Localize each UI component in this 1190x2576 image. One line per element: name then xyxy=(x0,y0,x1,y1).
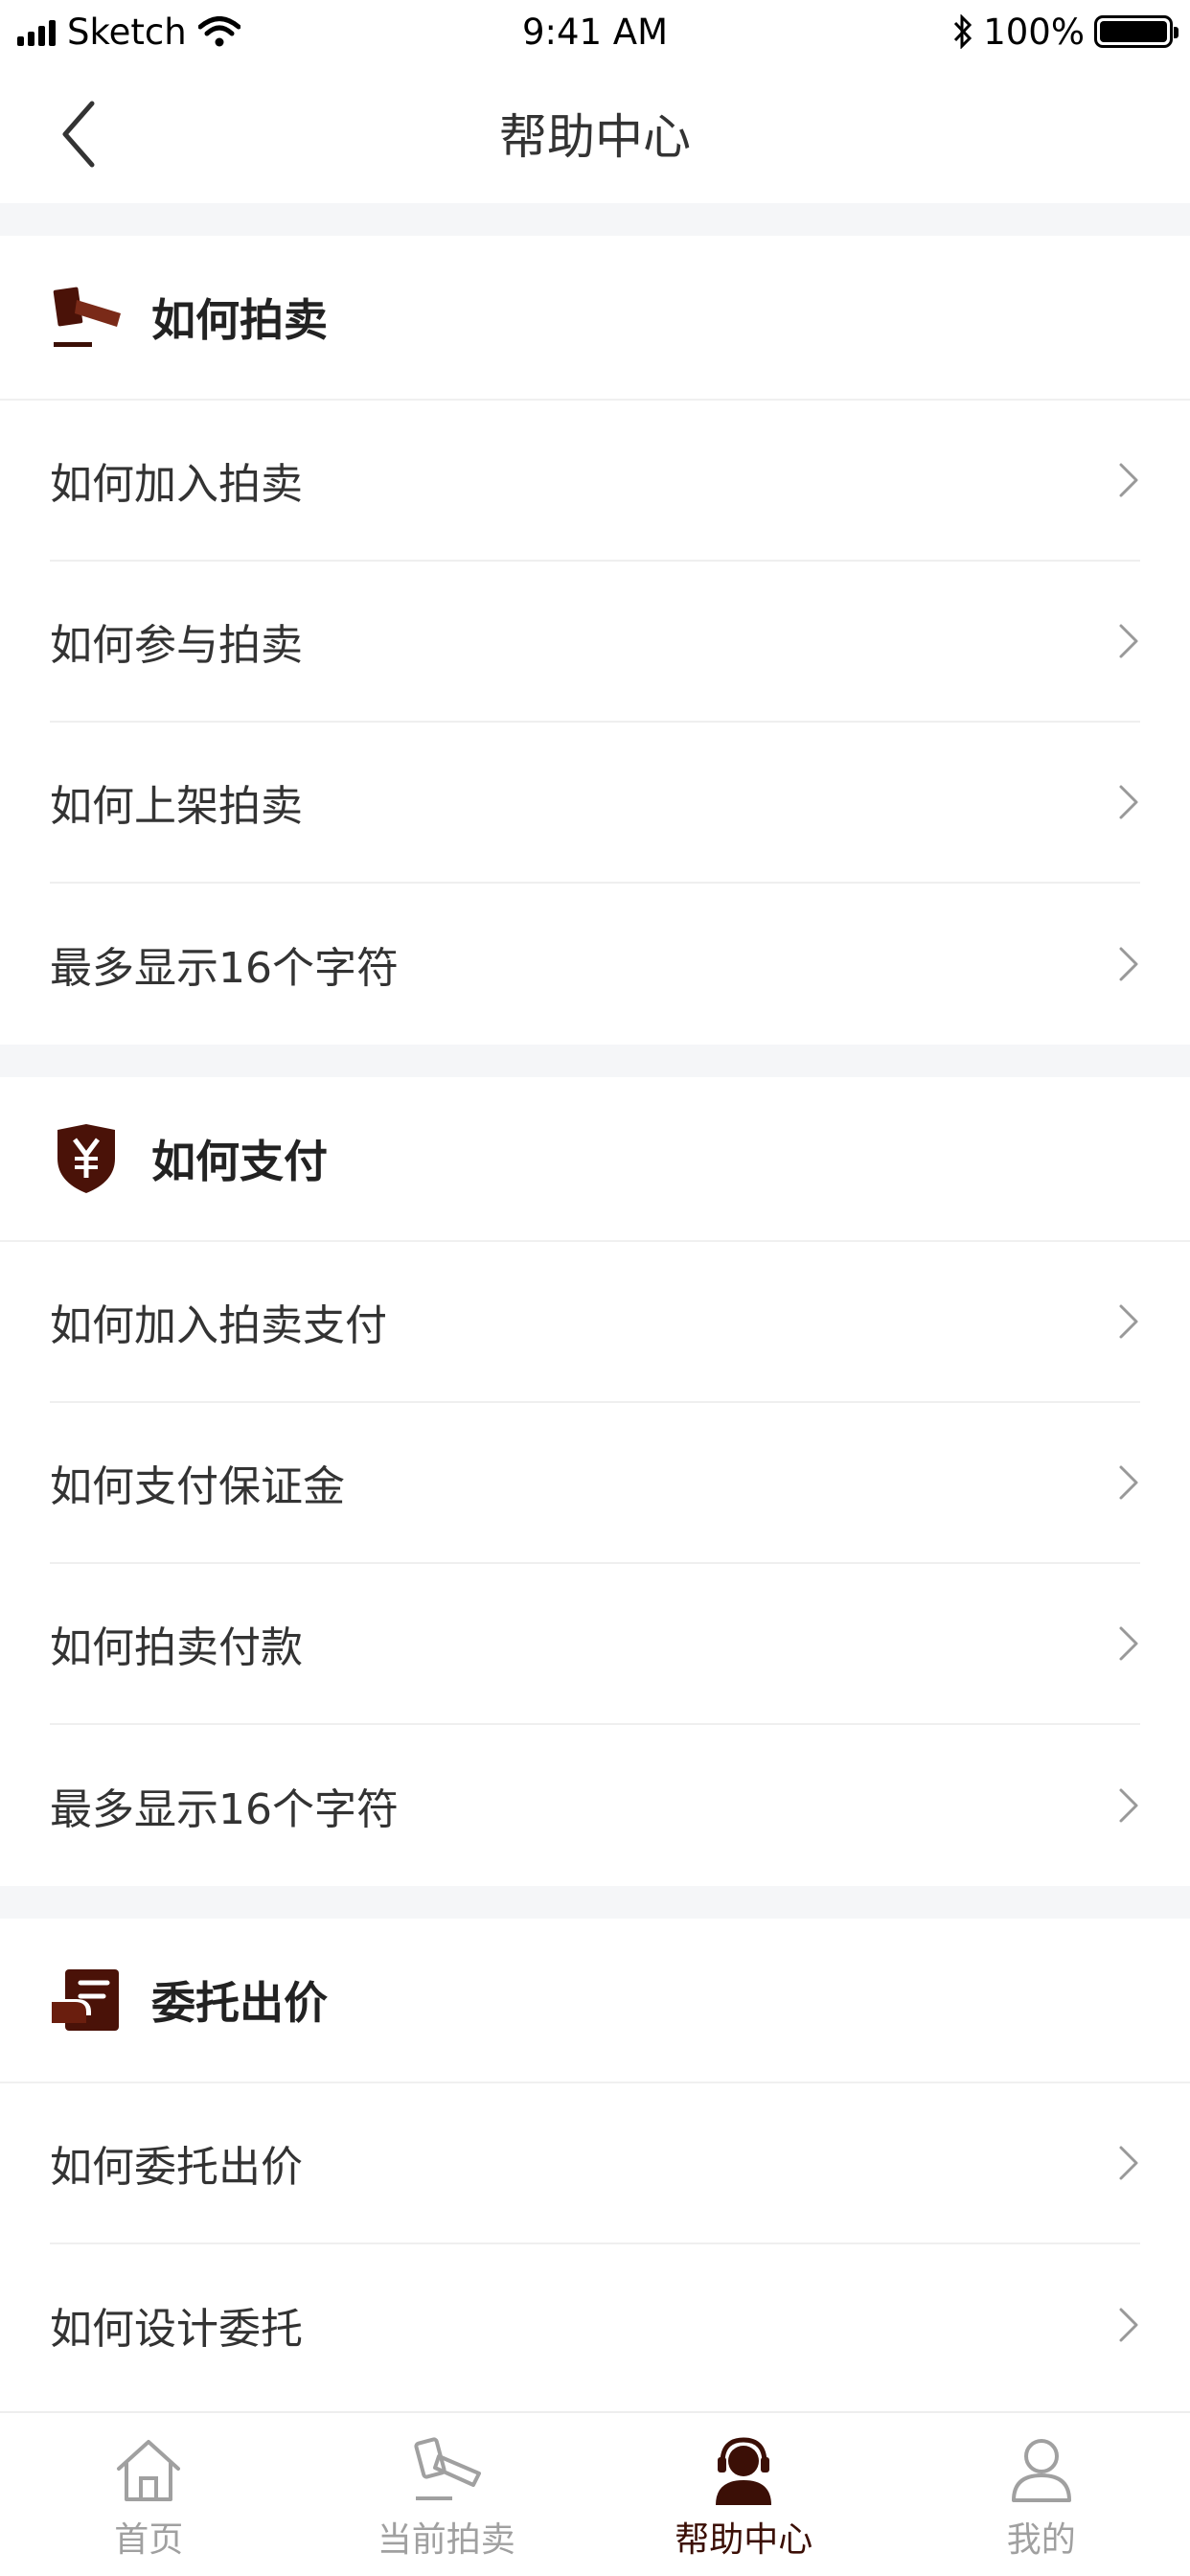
battery-percent: 100% xyxy=(983,11,1085,53)
list-item[interactable]: 最多显示16个字符 xyxy=(50,884,1140,1045)
headset-user-icon xyxy=(705,2433,782,2506)
tab-current-auction[interactable]: 当前拍卖 xyxy=(298,2413,596,2576)
list-item-label: 如何上架拍卖 xyxy=(50,782,303,831)
list-item-label: 如何参与拍卖 xyxy=(50,621,303,670)
carrier-label: Sketch xyxy=(67,11,187,53)
list-item[interactable]: 如何加入拍卖 xyxy=(50,401,1140,562)
list-item-label: 如何加入拍卖支付 xyxy=(50,1301,387,1350)
list-item-label: 如何委托出价 xyxy=(50,2143,303,2192)
section-divider xyxy=(0,1886,1190,1919)
back-button[interactable] xyxy=(50,96,107,172)
list-item-label: 最多显示16个字符 xyxy=(50,944,399,993)
list-item[interactable]: 如何支付保证金 xyxy=(50,1403,1140,1564)
tab-bar: 首页 当前拍卖 帮助中心 我的 xyxy=(0,2411,1190,2576)
section-header: 如何支付 xyxy=(0,1077,1190,1242)
chevron-right-icon xyxy=(1119,947,1138,981)
section-title: 委托出价 xyxy=(151,1977,328,2029)
chevron-left-icon xyxy=(62,101,95,168)
tab-mine[interactable]: 我的 xyxy=(893,2413,1190,2576)
chevron-right-icon xyxy=(1119,1626,1138,1661)
chevron-right-icon xyxy=(1119,1465,1138,1500)
chevron-right-icon xyxy=(1119,785,1138,819)
yen-shield-icon xyxy=(50,1122,123,1195)
tab-label: 我的 xyxy=(1006,2520,1076,2560)
status-bar: Sketch 9:41 AM 100% xyxy=(0,0,1190,63)
section-divider xyxy=(0,1045,1190,1077)
list-item-label: 如何拍卖付款 xyxy=(50,1623,303,1672)
user-icon xyxy=(1003,2433,1080,2506)
home-icon xyxy=(110,2433,187,2506)
list-item[interactable]: 如何上架拍卖 xyxy=(50,723,1140,884)
list-item[interactable]: 如何参与拍卖 xyxy=(50,562,1140,723)
section-auction: 如何拍卖 如何加入拍卖 如何参与拍卖 如何上架拍卖 最多显示16个字符 xyxy=(0,236,1190,1045)
hand-bid-icon xyxy=(50,1964,123,2036)
wifi-icon xyxy=(197,16,240,47)
list-item[interactable]: 如何设计委托 xyxy=(50,2244,1140,2405)
section-divider xyxy=(0,203,1190,236)
chevron-right-icon xyxy=(1119,1304,1138,1339)
auction-hammer-icon xyxy=(50,281,123,354)
tab-home[interactable]: 首页 xyxy=(0,2413,298,2576)
list-item-label: 最多显示16个字符 xyxy=(50,1785,399,1834)
battery-icon xyxy=(1094,15,1179,48)
auction-hammer-icon xyxy=(408,2433,485,2506)
battery-fill xyxy=(1100,21,1167,42)
page-title: 帮助中心 xyxy=(499,109,691,165)
list-item-label: 如何加入拍卖 xyxy=(50,460,303,509)
chevron-right-icon xyxy=(1119,1788,1138,1823)
status-left: Sketch xyxy=(17,12,240,53)
section-header: 委托出价 xyxy=(0,1919,1190,2083)
list-item-label: 如何设计委托 xyxy=(50,2305,303,2354)
content: 如何拍卖 如何加入拍卖 如何参与拍卖 如何上架拍卖 最多显示16个字符 如何支付… xyxy=(0,203,1190,2405)
tab-label: 当前拍卖 xyxy=(377,2520,515,2560)
section-title: 如何支付 xyxy=(151,1136,328,1187)
list-item[interactable]: 如何加入拍卖支付 xyxy=(50,1242,1140,1403)
signal-icon xyxy=(17,17,56,46)
list-item[interactable]: 如何委托出价 xyxy=(50,2083,1140,2244)
list-item-label: 如何支付保证金 xyxy=(50,1462,345,1511)
chevron-right-icon xyxy=(1119,624,1138,658)
list-item[interactable]: 如何拍卖付款 xyxy=(50,1564,1140,1725)
tab-label: 首页 xyxy=(114,2520,184,2560)
tab-help-center[interactable]: 帮助中心 xyxy=(595,2413,893,2576)
chevron-right-icon xyxy=(1119,2308,1138,2342)
section-payment: 如何支付 如何加入拍卖支付 如何支付保证金 如何拍卖付款 最多显示16个字符 xyxy=(0,1077,1190,1886)
section-proxy-bid: 委托出价 如何委托出价 如何设计委托 xyxy=(0,1919,1190,2405)
chevron-right-icon xyxy=(1119,2146,1138,2180)
section-title: 如何拍卖 xyxy=(151,294,328,346)
section-header: 如何拍卖 xyxy=(0,236,1190,401)
nav-bar: 帮助中心 xyxy=(0,63,1190,203)
bluetooth-icon xyxy=(954,14,973,49)
status-right: 100% xyxy=(952,11,1179,53)
chevron-right-icon xyxy=(1119,463,1138,497)
tab-label: 帮助中心 xyxy=(675,2520,813,2560)
list-item[interactable]: 最多显示16个字符 xyxy=(50,1725,1140,1886)
